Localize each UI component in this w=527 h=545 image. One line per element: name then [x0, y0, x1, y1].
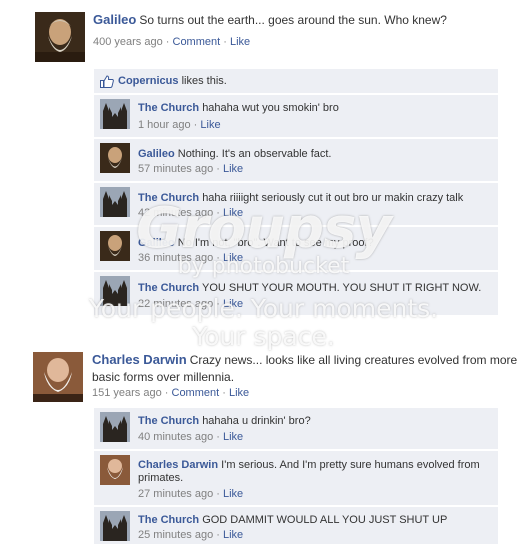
- comment-like-link[interactable]: Like: [223, 529, 243, 541]
- church-avatar[interactable]: [100, 187, 130, 217]
- comment-time: 27 minutes ago: [138, 488, 214, 500]
- comment-item: The Church GOD DAMMIT WOULD ALL YOU JUST…: [94, 507, 498, 545]
- comment-meta: 40 minutes ago · Like: [138, 431, 244, 443]
- comment-author[interactable]: Galileo: [138, 148, 175, 160]
- church-avatar[interactable]: [100, 276, 130, 306]
- comment-item: The Church hahaha u drinkin' bro? 40 min…: [94, 408, 498, 450]
- like-link[interactable]: Like: [229, 387, 249, 399]
- comment-link[interactable]: Comment: [173, 36, 221, 48]
- comment-meta: 22 minutes ago · Like: [138, 298, 244, 310]
- post-body: So turns out the earth... goes around th…: [139, 13, 447, 27]
- comment-like-link[interactable]: Like: [223, 298, 243, 310]
- galileo-avatar[interactable]: [35, 12, 85, 62]
- thumbs-up-icon: [100, 75, 114, 91]
- comment-time: 40 minutes ago: [138, 431, 214, 443]
- comment-line: Galileo Nothing. It's an observable fact…: [138, 148, 490, 161]
- comment-line: The Church GOD DAMMIT WOULD ALL YOU JUST…: [138, 514, 490, 527]
- comment-meta: 25 minutes ago · Like: [138, 529, 244, 541]
- comment-time: 22 minutes ago: [138, 298, 214, 310]
- comment-like-link[interactable]: Like: [223, 207, 243, 219]
- comment-item: The Church hahaha wut you smokin' bro 1 …: [94, 95, 498, 138]
- post-time[interactable]: 151 years ago: [92, 387, 162, 399]
- galileo-avatar[interactable]: [100, 143, 130, 173]
- comment-item: Charles Darwin I'm serious. And I'm pret…: [94, 451, 498, 506]
- comment-meta: 42 minutes ago · Like: [138, 207, 244, 219]
- comment-meta: 1 hour ago · Like: [138, 119, 221, 131]
- comment-author[interactable]: The Church: [138, 415, 199, 427]
- comment-line: The Church hahaha u drinkin' bro?: [138, 415, 490, 428]
- comment-author[interactable]: Charles Darwin: [138, 459, 218, 471]
- comment-line: The Church YOU SHUT YOUR MOUTH. YOU SHUT…: [138, 282, 490, 295]
- post-header: Charles Darwin Crazy news... looks like …: [92, 352, 524, 386]
- comment-line: The Church hahaha wut you smokin' bro: [138, 102, 490, 115]
- comment-like-link[interactable]: Like: [200, 119, 220, 131]
- likes-text: Copernicus likes this.: [118, 75, 227, 87]
- comment-item: The Church haha riiiight seriously cut i…: [94, 183, 498, 226]
- comment-meta: 27 minutes ago · Like: [138, 488, 244, 500]
- post-author[interactable]: Charles Darwin: [92, 352, 187, 367]
- comment-time: 25 minutes ago: [138, 529, 214, 541]
- likes-row: Copernicus likes this.: [94, 69, 498, 94]
- comment-time: 57 minutes ago: [138, 163, 214, 175]
- comment-author[interactable]: Galileo: [138, 237, 175, 249]
- comment-time: 1 hour ago: [138, 119, 191, 131]
- comment-item: Galileo No I'm not, "bro". Want to see m…: [94, 227, 498, 271]
- comment-time: 42 minutes ago: [138, 207, 214, 219]
- comment-author[interactable]: The Church: [138, 102, 199, 114]
- comment-line: The Church haha riiiight seriously cut i…: [138, 192, 490, 205]
- post-meta: 400 years ago · Comment · Like: [93, 36, 251, 48]
- comment-text: hahaha wut you smokin' bro: [202, 102, 339, 114]
- comment-meta: 36 minutes ago · Like: [138, 252, 244, 264]
- church-avatar[interactable]: [100, 412, 130, 442]
- watermark-tagline: Your space.: [192, 322, 335, 351]
- church-avatar[interactable]: [100, 511, 130, 541]
- galileo-avatar[interactable]: [100, 231, 130, 261]
- comment-text: GOD DAMMIT WOULD ALL YOU JUST SHUT UP: [202, 514, 448, 526]
- like-link[interactable]: Like: [230, 36, 250, 48]
- comment-author[interactable]: The Church: [138, 514, 199, 526]
- comment-meta: 57 minutes ago · Like: [138, 163, 244, 175]
- comment-like-link[interactable]: Like: [223, 163, 243, 175]
- comment-like-link[interactable]: Like: [223, 252, 243, 264]
- church-avatar[interactable]: [100, 99, 130, 129]
- comment-link[interactable]: Comment: [172, 387, 220, 399]
- comment-text: hahaha u drinkin' bro?: [202, 415, 311, 427]
- comment-author[interactable]: The Church: [138, 282, 199, 294]
- comment-item: Galileo Nothing. It's an observable fact…: [94, 139, 498, 182]
- post-header: Galileo So turns out the earth... goes a…: [93, 12, 513, 29]
- comment-text: Nothing. It's an observable fact.: [177, 148, 332, 160]
- comment-item: The Church YOU SHUT YOUR MOUTH. YOU SHUT…: [94, 272, 498, 316]
- comment-text: YOU SHUT YOUR MOUTH. YOU SHUT IT RIGHT N…: [201, 282, 482, 294]
- likes-suffix: likes this.: [181, 75, 227, 87]
- comment-like-link[interactable]: Like: [223, 488, 243, 500]
- comment-line: Galileo No I'm not, "bro". Want to see m…: [138, 237, 490, 250]
- darwin-avatar[interactable]: [100, 455, 130, 485]
- darwin-avatar[interactable]: [33, 352, 83, 402]
- comment-author[interactable]: The Church: [138, 192, 199, 204]
- liker-name[interactable]: Copernicus: [118, 75, 179, 87]
- post-time[interactable]: 400 years ago: [93, 36, 163, 48]
- post-author[interactable]: Galileo: [93, 12, 136, 27]
- comment-like-link[interactable]: Like: [223, 431, 243, 443]
- comment-text: No I'm not, "bro". Want to see my proof?: [177, 237, 374, 249]
- post-meta: 151 years ago · Comment · Like: [92, 387, 250, 399]
- comment-text: haha riiiight seriously cut it out bro u…: [202, 192, 464, 204]
- comment-line: Charles Darwin I'm serious. And I'm pret…: [138, 459, 490, 485]
- comment-time: 36 minutes ago: [138, 252, 214, 264]
